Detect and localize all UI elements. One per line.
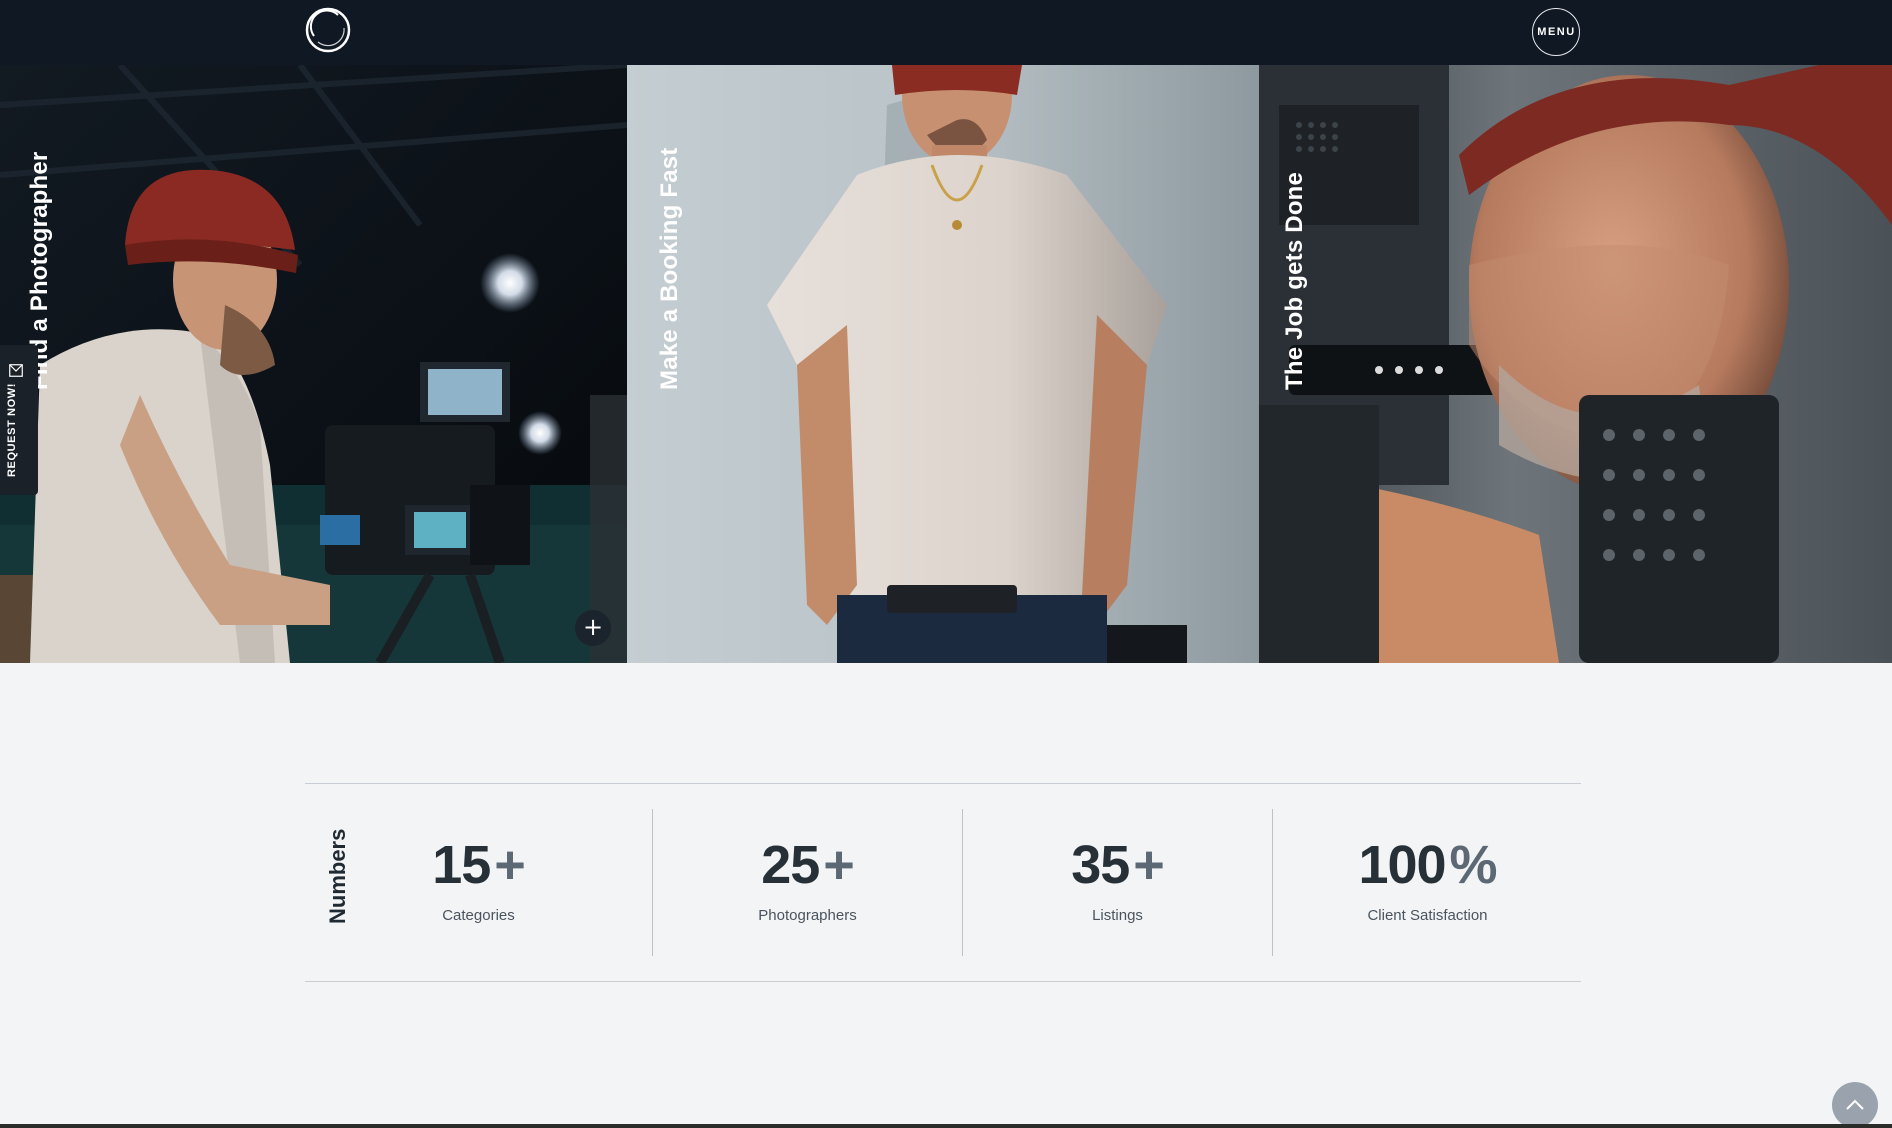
request-now-label: REQUEST NOW!: [6, 383, 18, 477]
stat-suffix: +: [1133, 835, 1165, 895]
stat-value: 25+: [653, 835, 962, 895]
mail-icon: [9, 364, 23, 377]
hero-panel-done[interactable]: The Job gets Done: [1259, 65, 1892, 663]
stat-suffix: +: [494, 835, 526, 895]
stat-caption: Photographers: [758, 907, 857, 924]
stat-number: 25: [761, 835, 820, 895]
stat-caption: Client Satisfaction: [1367, 907, 1488, 924]
stat-value: 35+: [963, 835, 1272, 895]
stat-number: 100: [1358, 835, 1446, 895]
stat-number: 15: [432, 835, 491, 895]
menu-button[interactable]: MENU: [1532, 8, 1580, 56]
panel-title-done: The Job gets Done: [1281, 171, 1308, 390]
plus-icon[interactable]: +: [575, 610, 611, 646]
closeup-with-camera-image: [1259, 65, 1892, 663]
stat-suffix: +: [823, 835, 855, 895]
chevron-up-icon: [1846, 1099, 1864, 1110]
stat-caption: Listings: [1092, 907, 1143, 924]
request-now-tab[interactable]: REQUEST NOW!: [0, 345, 38, 495]
stat-photographers: 25+ Photographers: [652, 809, 962, 956]
hero-panel-booking[interactable]: Make a Booking Fast: [627, 65, 1259, 663]
photographer-with-camera-image: [0, 65, 627, 663]
stat-value: 100%: [1273, 835, 1582, 895]
stat-suffix: %: [1449, 835, 1498, 895]
hero-panel-find[interactable]: Find a Photographer +: [0, 65, 627, 663]
numbers-section: Numbers 15+ Categories 25+ Photographers…: [305, 783, 1581, 982]
man-in-white-tshirt-image: [627, 65, 1259, 663]
panel-title-booking: Make a Booking Fast: [656, 147, 683, 390]
stat-caption: Categories: [442, 907, 515, 924]
stat-listings: 35+ Listings: [962, 809, 1272, 956]
hero-panels: Find a Photographer + Make a Booking Fas…: [0, 65, 1892, 663]
stat-value: 15+: [343, 835, 614, 895]
footer-edge: [0, 1124, 1892, 1128]
scroll-top-button[interactable]: [1832, 1082, 1878, 1128]
stat-client-satisfaction: 100% Client Satisfaction: [1272, 809, 1582, 956]
stat-categories: 15+ Categories: [343, 809, 614, 956]
ring-logo-icon[interactable]: [304, 6, 352, 54]
site-header: MENU: [0, 0, 1892, 65]
stat-number: 35: [1071, 835, 1130, 895]
